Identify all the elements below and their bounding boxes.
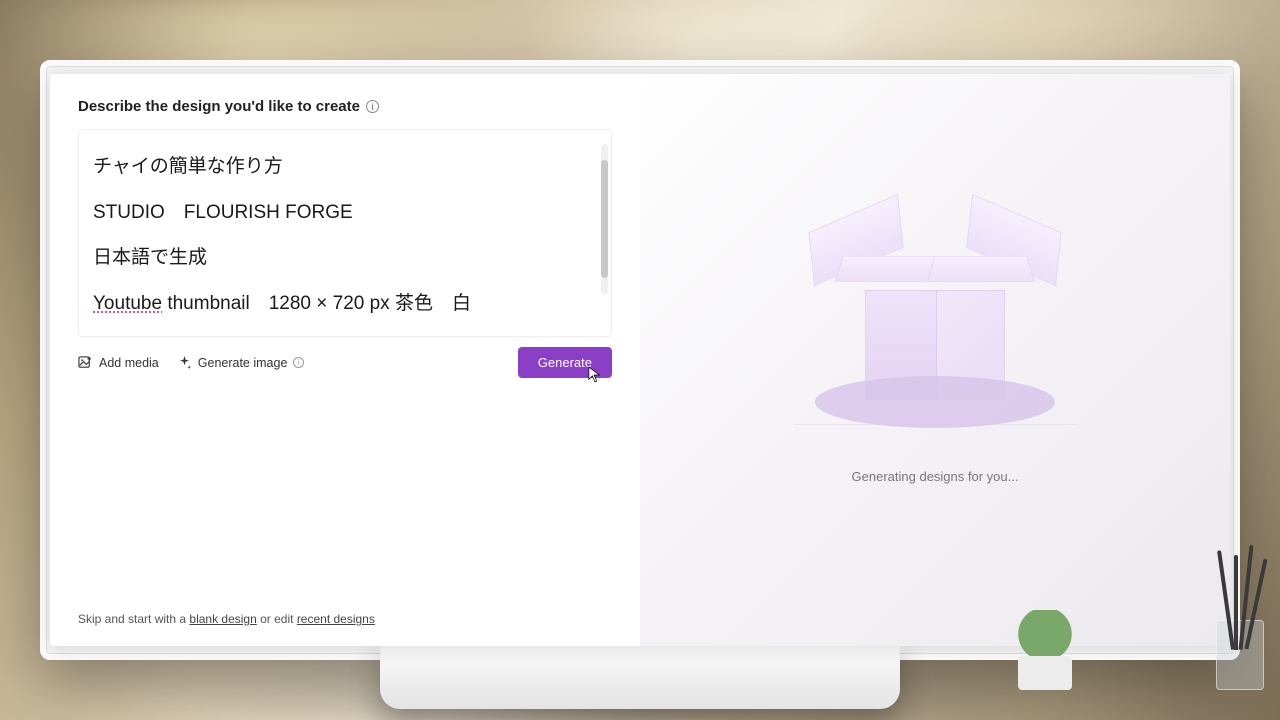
generate-button[interactable]: Generate	[518, 347, 612, 378]
box-illustration	[805, 206, 1065, 446]
prompt-content: チャイの簡単な作り方 STUDIO FLOURISH FORGE 日本語で生成 …	[93, 144, 589, 326]
generate-button-label: Generate	[538, 355, 592, 370]
skip-middle: or edit	[257, 612, 297, 626]
skip-prefix: Skip and start with a	[78, 612, 189, 626]
prompt-heading: Describe the design you'd like to create…	[78, 98, 612, 115]
sparkle-icon	[177, 355, 192, 370]
info-icon[interactable]: i	[293, 357, 304, 368]
recent-designs-link[interactable]: recent designs	[297, 612, 375, 626]
generate-image-label: Generate image	[198, 356, 288, 370]
preview-pane: Generating designs for you...	[640, 74, 1230, 646]
prompt-line-4a: Youtube	[93, 293, 162, 314]
heading-text: Describe the design you'd like to create	[78, 98, 360, 115]
status-text: Generating designs for you...	[852, 469, 1019, 484]
prompt-line-4b: thumbnail 1280 × 720 px 茶色 白	[162, 293, 471, 314]
prompt-line-2: STUDIO FLOURISH FORGE	[93, 202, 353, 223]
skip-line: Skip and start with a blank design or ed…	[78, 612, 375, 626]
scrollbar-thumb[interactable]	[601, 160, 608, 278]
box-shadow	[815, 376, 1055, 428]
left-pane: Describe the design you'd like to create…	[50, 74, 640, 646]
add-media-label: Add media	[99, 356, 159, 370]
design-modal: ✕ Describe the design you'd like to crea…	[50, 74, 1230, 646]
monitor-frame: ✕ Describe the design you'd like to crea…	[40, 60, 1240, 660]
scrollbar-track[interactable]	[601, 144, 608, 294]
prompt-line-3: 日本語で生成	[93, 247, 207, 268]
prompt-textarea[interactable]: チャイの簡単な作り方 STUDIO FLOURISH FORGE 日本語で生成 …	[78, 129, 612, 337]
blank-design-link[interactable]: blank design	[189, 612, 256, 626]
monitor-stand	[380, 639, 900, 709]
generate-image-button[interactable]: Generate image i	[177, 355, 305, 370]
cursor-icon	[588, 366, 602, 384]
image-plus-icon	[78, 355, 93, 370]
toolbar: Add media Generate image i Generate	[78, 347, 612, 378]
pencil-jar-decoration	[1210, 550, 1270, 690]
plant-decoration	[1010, 610, 1080, 690]
add-media-button[interactable]: Add media	[78, 355, 159, 370]
prompt-line-1: チャイの簡単な作り方	[93, 156, 283, 177]
info-icon[interactable]: i	[366, 100, 379, 113]
box-flap	[927, 256, 1035, 282]
